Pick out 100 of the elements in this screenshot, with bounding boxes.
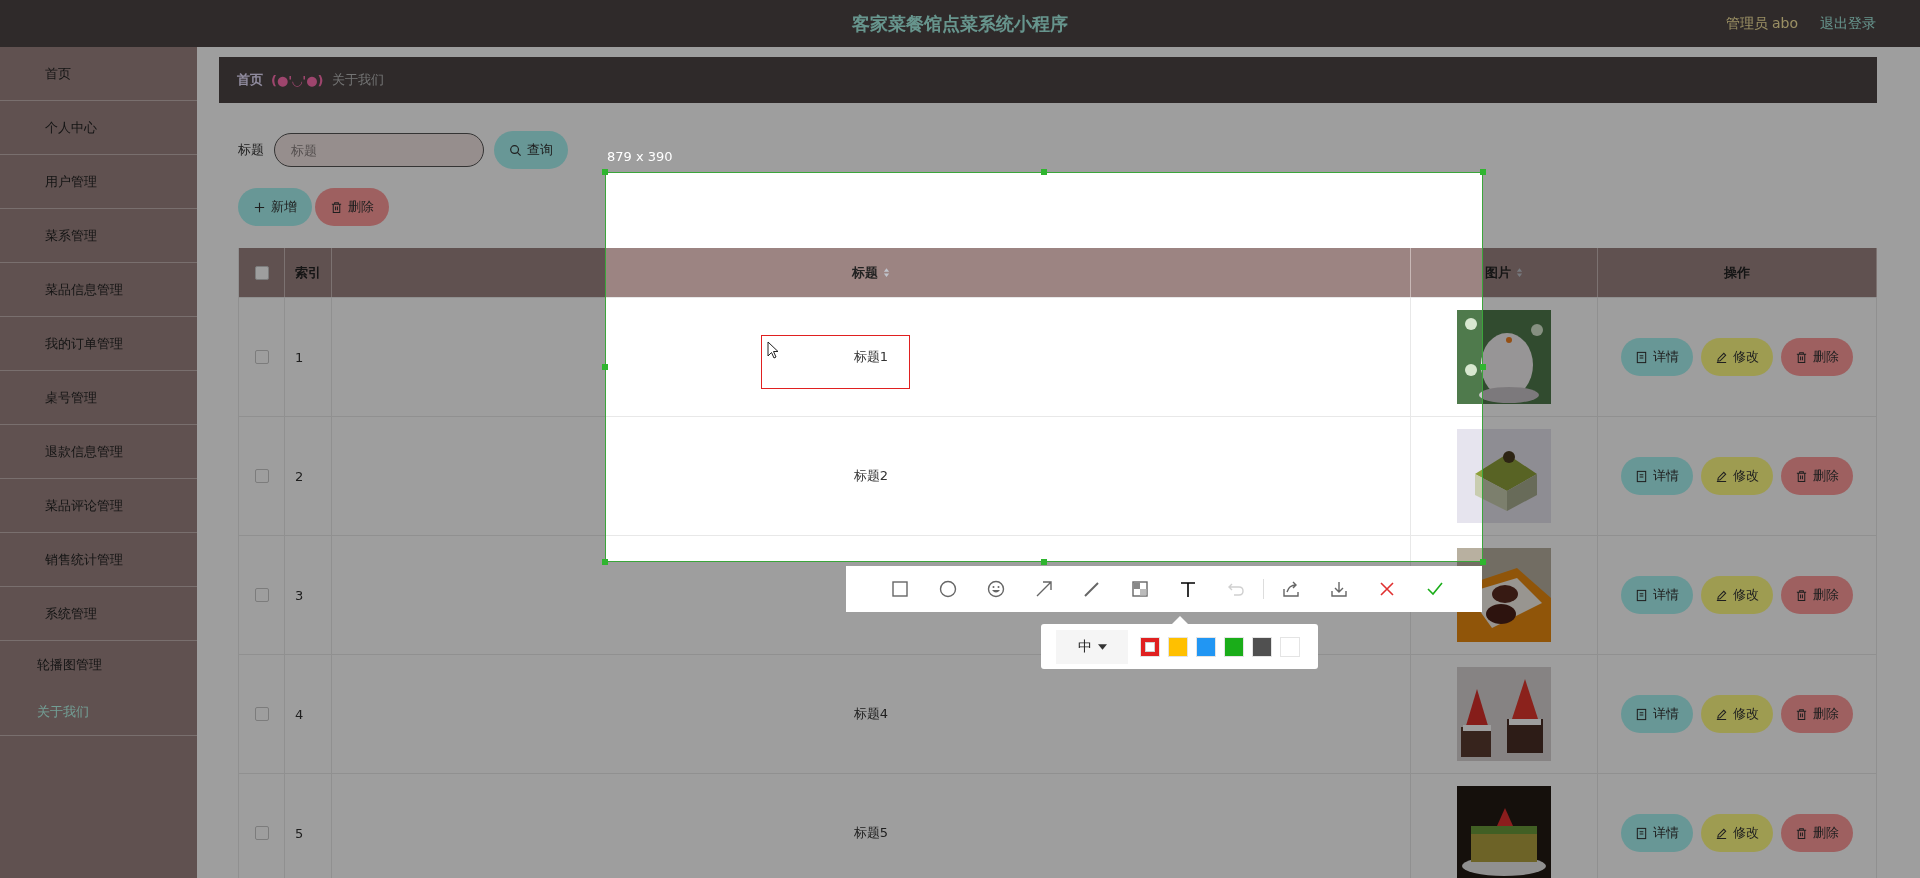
pencil-icon: [1715, 707, 1728, 721]
color-swatch[interactable]: [1140, 636, 1160, 657]
sidebar-item[interactable]: 销售统计管理: [0, 533, 197, 587]
document-icon: [1635, 588, 1648, 602]
cursor-icon: [767, 341, 779, 359]
document-icon: [1635, 469, 1648, 483]
resize-handle[interactable]: [602, 364, 608, 370]
caret-icon: [1097, 643, 1107, 650]
table-row[interactable]: 1 标题1 详情 修改 删除: [239, 298, 1877, 417]
delete-button[interactable]: 删除: [1781, 695, 1853, 733]
breadcrumb-home-link[interactable]: 首页: [237, 71, 263, 89]
sidebar-item[interactable]: 系统管理: [0, 587, 197, 641]
add-button[interactable]: 新增: [238, 188, 312, 226]
table-cell: 标题5: [853, 824, 889, 842]
plus-icon: [253, 200, 266, 214]
column-header[interactable]: 图片: [1485, 263, 1523, 282]
breadcrumb-emoticon: (●'◡'●): [271, 72, 324, 88]
row-checkbox[interactable]: [254, 350, 269, 364]
color-swatch[interactable]: [1252, 636, 1272, 657]
table-row[interactable]: 4 标题4 详情 修改 删除: [239, 655, 1877, 774]
sidebar-subitem[interactable]: 关于我们: [0, 688, 197, 736]
resize-handle[interactable]: [1480, 559, 1486, 565]
size-dropdown[interactable]: 中: [1056, 629, 1128, 664]
selection-size-label: 879 x 390: [607, 149, 673, 164]
sidebar-item[interactable]: 菜品评论管理: [0, 479, 197, 533]
edit-button[interactable]: 修改: [1701, 338, 1773, 376]
sidebar-item[interactable]: 桌号管理: [0, 371, 197, 425]
delete-button[interactable]: 删除: [1781, 338, 1853, 376]
user-name: 管理员 abo: [1725, 14, 1798, 33]
table-cell: 标题4: [853, 705, 889, 723]
row-checkbox[interactable]: [254, 469, 269, 483]
row-checkbox[interactable]: [254, 707, 269, 721]
sidebar-item[interactable]: 菜系管理: [0, 209, 197, 263]
color-swatch[interactable]: [1224, 636, 1244, 657]
delete-button[interactable]: 删除: [1781, 576, 1853, 614]
table-cell: 2: [295, 468, 304, 484]
edit-button[interactable]: 修改: [1701, 457, 1773, 495]
delete-button[interactable]: 删除: [1781, 814, 1853, 852]
row-checkbox[interactable]: [254, 826, 269, 840]
table-cell: 1: [295, 349, 304, 365]
color-swatch[interactable]: [1196, 636, 1216, 657]
resize-handle[interactable]: [1480, 364, 1486, 370]
row-checkbox[interactable]: [254, 588, 269, 602]
column-header: 操作: [1724, 263, 1750, 282]
sort-icon: [1516, 267, 1523, 278]
pencil-icon: [1715, 469, 1728, 483]
sidebar-item[interactable]: 退款信息管理: [0, 425, 197, 479]
sidebar-subitem[interactable]: 轮播图管理: [0, 641, 197, 688]
delete-button[interactable]: 删除: [1781, 457, 1853, 495]
column-header[interactable]: 标题: [852, 263, 890, 282]
breadcrumb-current: 关于我们: [331, 71, 384, 89]
sort-icon: [883, 267, 890, 278]
logout-link[interactable]: 退出登录: [1820, 14, 1876, 33]
pencil-icon: [1715, 350, 1728, 364]
search-field[interactable]: 标题: [274, 133, 484, 167]
table-row[interactable]: 2 标题2 详情 修改 删除: [239, 417, 1877, 536]
trash-icon: [1795, 469, 1808, 483]
resize-handle[interactable]: [1041, 169, 1047, 175]
trash-icon: [330, 200, 343, 214]
detail-button[interactable]: 详情: [1621, 457, 1693, 495]
share-icon: [1281, 579, 1301, 599]
table-cell: 3: [295, 587, 304, 603]
document-icon: [1635, 350, 1648, 364]
detail-button[interactable]: 详情: [1621, 576, 1693, 614]
sidebar-item[interactable]: 菜品信息管理: [0, 263, 197, 317]
resize-handle[interactable]: [1041, 559, 1047, 565]
column-header: 索引: [295, 263, 321, 282]
trash-icon: [1795, 588, 1808, 602]
table-cell: 4: [295, 706, 304, 722]
search-button[interactable]: 查询: [494, 131, 568, 169]
color-swatch[interactable]: [1168, 636, 1188, 657]
resize-handle[interactable]: [602, 169, 608, 175]
pencil-icon: [1715, 588, 1728, 602]
sidebar-item[interactable]: 用户管理: [0, 155, 197, 209]
sidebar-item[interactable]: 我的订单管理: [0, 317, 197, 371]
sidebar-item[interactable]: 个人中心: [0, 101, 197, 155]
download-icon: [1329, 579, 1349, 599]
document-icon: [1635, 826, 1648, 840]
select-all-checkbox[interactable]: [254, 265, 269, 280]
app-title: 客家菜餐馆点菜系统小程序: [852, 11, 1068, 36]
text-annotation-box[interactable]: [761, 335, 910, 389]
table-cell: 5: [295, 825, 304, 841]
detail-button[interactable]: 详情: [1621, 338, 1693, 376]
resize-handle[interactable]: [602, 559, 608, 565]
search-icon: [509, 143, 522, 157]
color-swatch[interactable]: [1280, 636, 1300, 657]
trash-icon: [1795, 826, 1808, 840]
delete-button[interactable]: 删除: [315, 188, 389, 226]
detail-button[interactable]: 详情: [1621, 814, 1693, 852]
table-cell: 标题1: [853, 348, 889, 366]
search-label: 标题: [238, 141, 264, 159]
edit-button[interactable]: 修改: [1701, 576, 1773, 614]
detail-button[interactable]: 详情: [1621, 695, 1693, 733]
table-cell: 标题2: [853, 467, 889, 485]
pencil-icon: [1715, 826, 1728, 840]
edit-button[interactable]: 修改: [1701, 814, 1773, 852]
edit-button[interactable]: 修改: [1701, 695, 1773, 733]
sidebar-item[interactable]: 首页: [0, 47, 197, 101]
document-icon: [1635, 707, 1648, 721]
resize-handle[interactable]: [1480, 169, 1486, 175]
